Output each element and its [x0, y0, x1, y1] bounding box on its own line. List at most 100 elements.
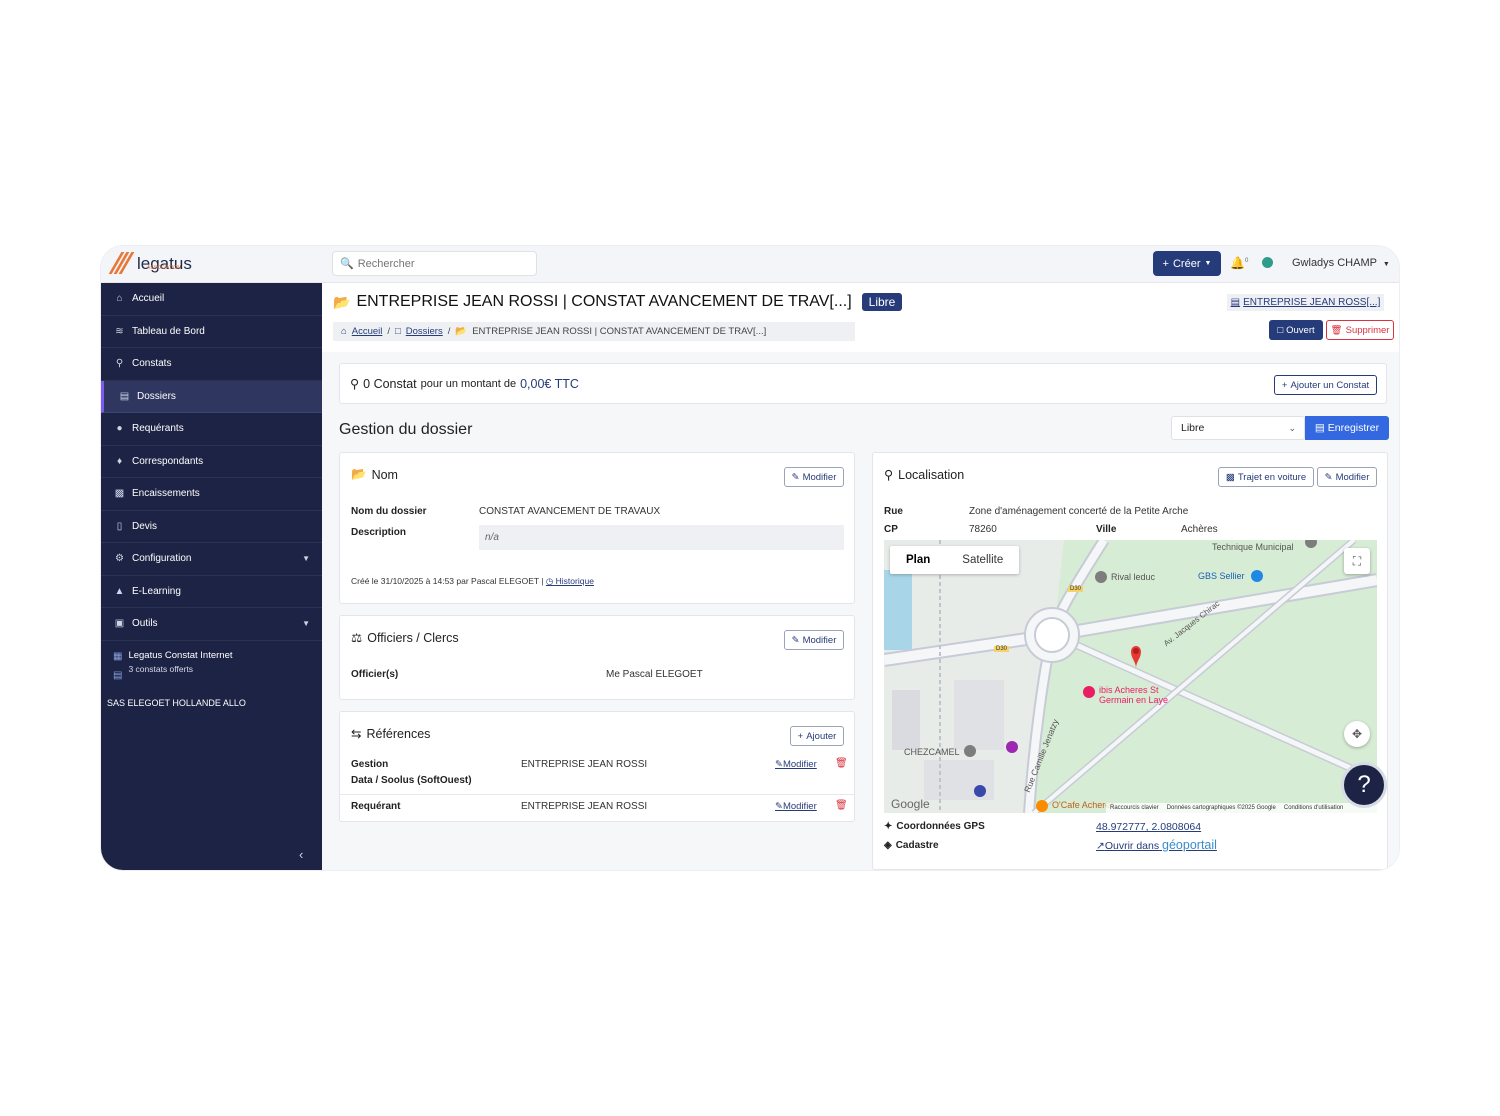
- sidebar-item-e-learning[interactable]: ▲ E-Learning: [101, 576, 322, 608]
- map-label: Technique Municipal: [1212, 542, 1294, 552]
- sidebar-item-tableau-de-bord[interactable]: ≋ Tableau de Bord: [101, 316, 322, 348]
- geoportail-link[interactable]: ↗Ouvrir dans géoportail: [1096, 838, 1217, 852]
- status-select[interactable]: Libre ⌄: [1171, 416, 1305, 440]
- edit-officiers-button[interactable]: ✎ Modifier: [784, 630, 844, 650]
- sidebar-item-constats[interactable]: ⚲ Constats: [101, 348, 322, 381]
- cadastre-label: Cadastre: [895, 840, 939, 851]
- created-text: Créé le 31/10/2025 à 14:53 par Pascal EL…: [351, 576, 544, 586]
- sidebar-item-devis[interactable]: ▯ Devis: [101, 511, 322, 543]
- map-satellite-tab[interactable]: Satellite: [946, 546, 1019, 574]
- edit-nom-button[interactable]: ✎ Modifier: [784, 467, 844, 487]
- save-button[interactable]: ▤ Enregistrer: [1305, 416, 1389, 440]
- breadcrumb-dossiers[interactable]: Dossiers: [406, 326, 443, 337]
- user-name: Gwladys CHAMP: [1292, 257, 1377, 269]
- company-name: SAS ELEGOET HOLLANDE ALLO: [107, 697, 246, 708]
- route-button[interactable]: ▩ Trajet en voiture: [1218, 467, 1314, 487]
- add-reference-button[interactable]: + Ajouter: [790, 726, 844, 746]
- ville-label: Ville: [1096, 524, 1117, 535]
- handshake-icon: ♦: [116, 455, 123, 467]
- gps-label: Coordonnées GPS: [896, 821, 985, 832]
- delete-button[interactable]: 🗑 Supprimer: [1326, 320, 1394, 340]
- save-icon: ▤: [1314, 422, 1325, 434]
- search-box[interactable]: 🔍: [332, 251, 537, 276]
- ville-value: Achères: [1181, 524, 1218, 535]
- fullscreen-icon[interactable]: ⛶: [1344, 548, 1370, 574]
- search-icon: 🔍: [340, 258, 354, 270]
- cadastre-row: ◈ Cadastre: [884, 840, 939, 851]
- sidebar-item-label: Constats: [132, 358, 172, 370]
- terms-link[interactable]: Conditions d'utilisation: [1284, 805, 1344, 811]
- map-road-label: D30: [994, 646, 1010, 652]
- sidebar-item-outils[interactable]: ▣ Outils ▼: [101, 608, 322, 641]
- sidebar-item-requerants[interactable]: ● Requérants: [101, 413, 322, 446]
- reference-link[interactable]: ▤ ENTREPRISE JEAN ROSS[...]: [1227, 294, 1384, 311]
- caret-down-icon: ▼: [302, 619, 310, 628]
- notifications-button[interactable]: 🔔0: [1230, 256, 1248, 270]
- promo-constat-internet[interactable]: ▦ ▤ Legatus Constat Internet 3 constats …: [101, 641, 322, 684]
- edit-localisation-button[interactable]: ✎ Modifier: [1317, 467, 1377, 487]
- sidebar-item-configuration[interactable]: ⚙ Configuration ▼: [101, 543, 322, 576]
- sidebar-item-label: Outils: [132, 618, 158, 630]
- main-content: 📂 ENTREPRISE JEAN ROSSI | CONSTAT AVANCE…: [322, 283, 1399, 870]
- map-camera-control-icon[interactable]: ✥: [1344, 721, 1370, 747]
- sidebar-item-dossiers[interactable]: ▤ Dossiers: [101, 380, 322, 413]
- sidebar-item-encaissements[interactable]: ▩ Encaissements: [101, 478, 322, 511]
- folder-icon: ▤: [119, 390, 130, 402]
- map-label: CHEZCAMEL: [904, 747, 960, 757]
- app-window: legatus ASSOCIATION 🔍 + Créer ▼ 🔔0 Gwlad…: [101, 246, 1399, 870]
- create-label: Créer: [1172, 257, 1201, 270]
- edit-reference-label: Modifier: [782, 801, 817, 812]
- breadcrumb-separator: /: [447, 326, 451, 337]
- map-plan-tab[interactable]: Plan: [890, 546, 946, 574]
- delete-reference-trash-icon[interactable]: 🗑: [835, 800, 848, 811]
- plus-icon: +: [1281, 379, 1288, 391]
- row-divider: [340, 794, 854, 795]
- cp-label: CP: [884, 524, 898, 535]
- collapse-sidebar-chevron-left-icon[interactable]: ‹: [299, 847, 303, 862]
- exchange-icon: ⇆: [351, 727, 362, 741]
- user-menu[interactable]: Gwladys CHAMP ▼: [1292, 257, 1390, 269]
- sidebar-item-label: Encaissements: [132, 488, 200, 500]
- add-constat-button[interactable]: + Ajouter un Constat: [1274, 375, 1377, 395]
- promo-title: Legatus Constat Internet: [128, 649, 233, 661]
- status-icon[interactable]: [1262, 257, 1273, 268]
- help-question-icon[interactable]: ?: [1341, 762, 1387, 808]
- edit-reference-link[interactable]: ✎Modifier: [775, 801, 817, 812]
- home-icon: ⌂: [116, 293, 123, 305]
- history-link[interactable]: ◷ Historique: [546, 576, 594, 586]
- delete-label: Supprimer: [1345, 324, 1390, 336]
- delete-reference-trash-icon[interactable]: 🗑: [835, 758, 848, 769]
- description-value: n/a: [479, 525, 844, 550]
- sidebar-item-accueil[interactable]: ⌂ Accueil: [101, 283, 322, 316]
- map-label: Rival leduc: [1111, 572, 1156, 582]
- sidebar-item-correspondants[interactable]: ♦ Correspondants: [101, 446, 322, 478]
- sidebar-item-label: Dossiers: [137, 390, 176, 402]
- create-button[interactable]: + Créer ▼: [1153, 251, 1221, 276]
- open-label: Ouvert: [1286, 324, 1315, 336]
- sidebar-item-label: Requérants: [132, 423, 184, 435]
- map-marker-icon: ⚲: [350, 377, 360, 391]
- open-status-button[interactable]: □ Ouvert: [1269, 320, 1323, 340]
- edit-label: Modifier: [802, 471, 837, 483]
- localisation-card: ⚲ Localisation ▩ Trajet en voiture ✎ Modifi…: [872, 452, 1388, 870]
- edit-reference-link[interactable]: ✎Modifier: [775, 759, 817, 770]
- references-card-title: ⇆ Références: [351, 726, 430, 742]
- rue-label: Rue: [884, 506, 903, 517]
- breadcrumb-current: ENTREPRISE JEAN ROSSI | CONSTAT AVANCEME…: [472, 326, 767, 337]
- map-view[interactable]: Plan Satellite ⛶ ✥ Technique Municipal R…: [884, 540, 1377, 813]
- search-input[interactable]: [357, 257, 528, 270]
- edit-label: Modifier: [1335, 471, 1370, 483]
- edit-icon: ✎: [791, 634, 800, 646]
- gps-coordinates-link[interactable]: 48.972777, 2.0808064: [1096, 821, 1201, 833]
- sidebar-item-label: Devis: [132, 520, 158, 532]
- nom-card: 📂 Nom ✎ Modifier Nom du dossier CONSTAT AV…: [339, 452, 855, 604]
- route-label: Trajet en voiture: [1237, 471, 1307, 483]
- sidebar: ⌂ Accueil ≋ Tableau de Bord ⚲ Constats ▤ Dos…: [101, 283, 322, 870]
- rue-value: Zone d'aménagement concerté de la Petite…: [969, 506, 1189, 517]
- page-header: 📂 ENTREPRISE JEAN ROSSI | CONSTAT AVANCE…: [322, 283, 1399, 352]
- keyboard-shortcuts-link[interactable]: Raccourcis clavier: [1110, 805, 1159, 811]
- breadcrumb-accueil[interactable]: Accueil: [352, 326, 383, 337]
- gift-icon: ▤: [113, 670, 123, 681]
- caret-down-icon: ▼: [1382, 261, 1390, 268]
- pencil-icon: ✎: [775, 759, 783, 770]
